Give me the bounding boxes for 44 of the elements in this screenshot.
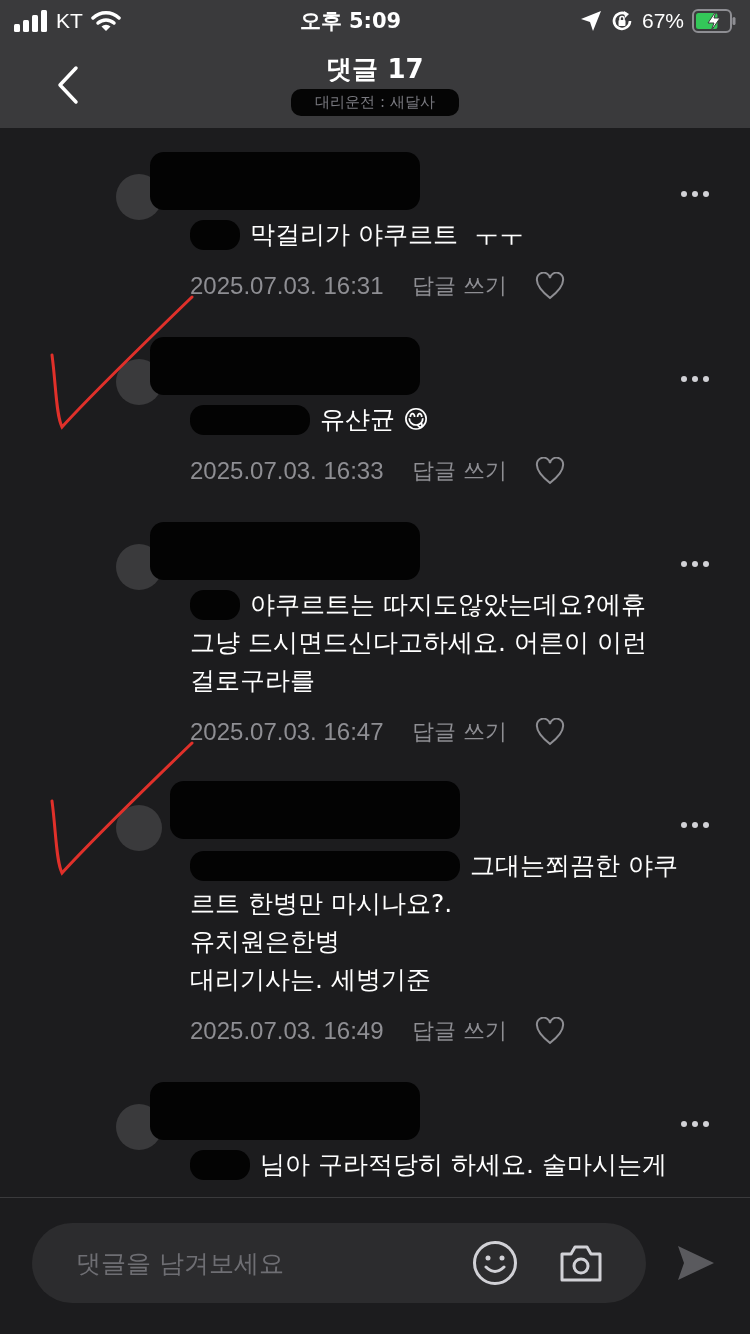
heart-icon[interactable] <box>534 718 565 746</box>
clock-time: 오후 5:09 <box>299 8 402 35</box>
redaction-mark <box>190 590 240 620</box>
redaction-mark <box>190 1150 250 1180</box>
comment-text: 르트 한병만 마시나요?. <box>190 888 454 920</box>
more-options-icon[interactable] <box>680 560 710 568</box>
comment-date: 2025.07.03. 16:47 <box>190 718 384 746</box>
signal-icon <box>14 10 48 32</box>
more-options-icon[interactable] <box>680 375 710 383</box>
back-chevron-icon <box>56 65 80 105</box>
charging-battery-icon <box>692 9 736 33</box>
more-options-icon[interactable] <box>680 1120 710 1128</box>
comment-input[interactable]: 댓글을 남겨보세요 <box>74 1247 432 1279</box>
avatar <box>116 805 162 851</box>
location-arrow-icon <box>579 10 602 32</box>
emoji-smiley-icon[interactable] <box>472 1240 518 1286</box>
comment-text: 그대는쬐끔한 야쿠 <box>470 850 678 882</box>
comment-text: 막걸리가 야쿠르트 ㅜㅜ <box>250 219 524 251</box>
comment-date: 2025.07.03. 16:31 <box>190 272 384 300</box>
reply-link[interactable]: 답글 쓰기 <box>411 717 507 747</box>
comment-text: 걸로구라를 <box>190 665 316 697</box>
more-options-icon[interactable] <box>680 190 710 198</box>
comment-text: 야쿠르트는 따지도않았는데요?에휴 <box>250 589 647 621</box>
comment-text: 유치원은한병 <box>190 926 341 958</box>
wifi-icon <box>90 10 121 32</box>
heart-icon[interactable] <box>534 272 565 300</box>
reply-link[interactable]: 답글 쓰기 <box>411 1016 507 1046</box>
battery-percent: 67% <box>641 9 684 33</box>
comment-text: 님아 구라적당히 하세요. 술마시는게 <box>260 1149 667 1181</box>
page-title: 댓글 17 <box>326 53 424 86</box>
reply-link[interactable]: 답글 쓰기 <box>411 456 507 486</box>
comment-text: 유샨균 😋 <box>320 404 429 436</box>
heart-icon[interactable] <box>534 457 565 485</box>
send-icon[interactable] <box>676 1244 716 1282</box>
reply-link[interactable]: 답글 쓰기 <box>411 271 507 301</box>
redaction-mark <box>190 220 240 250</box>
comment-date: 2025.07.03. 16:33 <box>190 457 384 485</box>
more-options-icon[interactable] <box>680 821 710 829</box>
page-subtitle: 대리운전 : 새달사 <box>291 89 459 116</box>
comment-text: 그냥 드시면드신다고하세요. 어른이 이런 <box>190 627 648 659</box>
heart-icon[interactable] <box>534 1017 565 1045</box>
comment-date: 2025.07.03. 16:49 <box>190 1017 384 1045</box>
carrier-name: KT <box>56 9 83 33</box>
comment-text: 대리기사는. 세병기준 <box>190 964 432 996</box>
